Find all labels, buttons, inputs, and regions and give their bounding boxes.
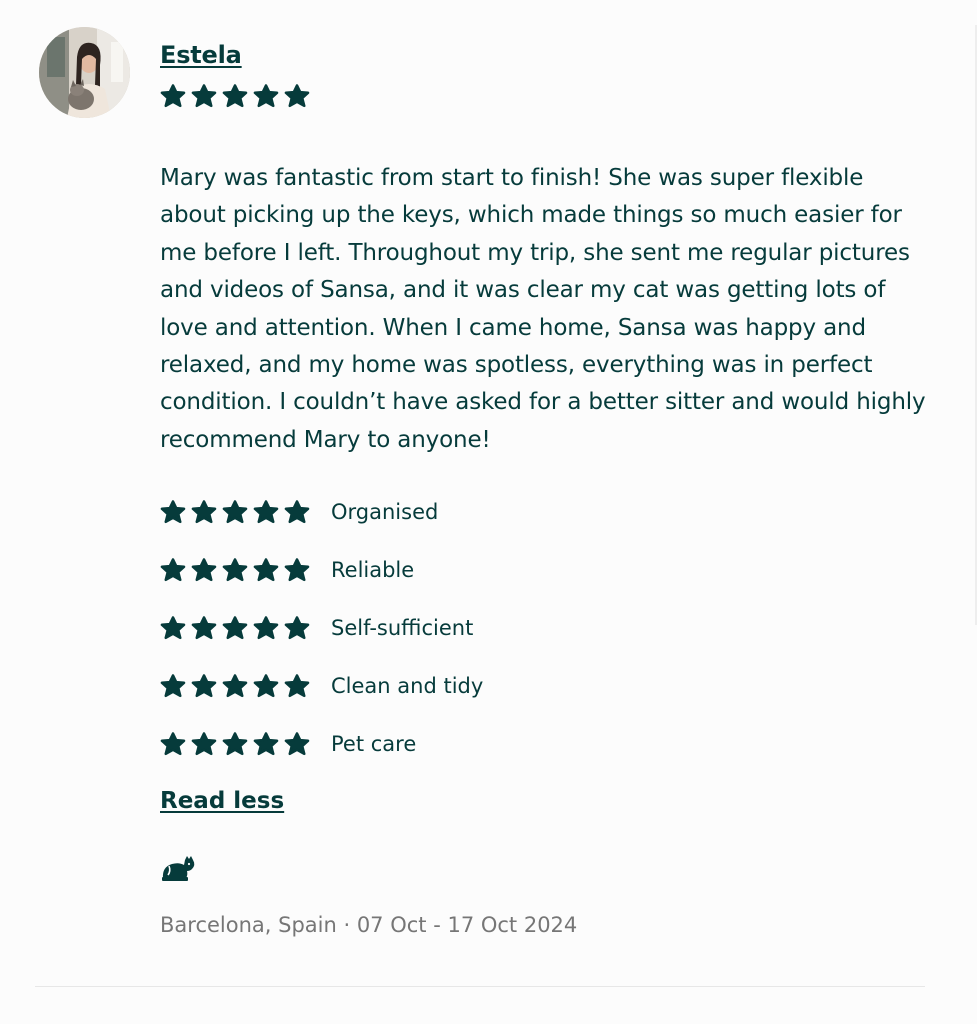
star-icon (191, 732, 217, 756)
star-icon (284, 558, 310, 582)
star-icon (284, 84, 310, 108)
star-icon (253, 84, 279, 108)
cat-icon (162, 856, 195, 881)
star-icon (253, 500, 279, 524)
star-icon (160, 84, 186, 108)
star-icon (222, 674, 248, 698)
divider (35, 986, 925, 987)
rating-stars (160, 500, 310, 524)
rating-row-self-sufficient: Self-sufficient (160, 616, 473, 640)
star-icon (160, 732, 186, 756)
read-less-link[interactable]: Read less (160, 788, 284, 814)
star-icon (253, 616, 279, 640)
review-card: Estela Mary was fantastic from start to … (0, 0, 977, 1024)
star-icon (191, 84, 217, 108)
star-icon (222, 732, 248, 756)
star-icon (284, 674, 310, 698)
avatar-photo (39, 27, 130, 118)
rating-row-clean-and-tidy: Clean and tidy (160, 674, 483, 698)
review-text: Mary was fantastic from start to finish!… (160, 165, 926, 453)
star-icon (284, 616, 310, 640)
star-icon (191, 500, 217, 524)
star-icon (160, 558, 186, 582)
rating-stars (160, 732, 310, 756)
star-icon (253, 558, 279, 582)
star-icon (253, 732, 279, 756)
star-icon (222, 558, 248, 582)
star-icon (191, 616, 217, 640)
star-icon (253, 674, 279, 698)
reviewer-avatar[interactable] (39, 27, 130, 118)
rating-label: Reliable (331, 558, 415, 582)
rating-label: Self-sufficient (331, 616, 474, 640)
star-icon (160, 500, 186, 524)
reviewer-name-link[interactable]: Estela (160, 41, 242, 69)
rating-stars (160, 616, 310, 640)
rating-row-pet-care: Pet care (160, 732, 416, 756)
overall-rating (160, 84, 310, 108)
rating-row-reliable: Reliable (160, 558, 414, 582)
star-icon (191, 558, 217, 582)
rating-stars (160, 674, 310, 698)
rating-label: Clean and tidy (331, 674, 484, 698)
rating-label: Organised (331, 500, 439, 524)
star-icon (222, 500, 248, 524)
star-icon (160, 674, 186, 698)
rating-stars (160, 558, 310, 582)
star-icon (222, 616, 248, 640)
star-icon (191, 674, 217, 698)
rating-label: Pet care (331, 732, 417, 756)
star-icon (222, 84, 248, 108)
star-icon (284, 732, 310, 756)
stay-location-dates: Barcelona, Spain · 07 Oct - 17 Oct 2024 (160, 913, 578, 937)
star-icon (284, 500, 310, 524)
star-icon (160, 616, 186, 640)
rating-row-organised: Organised (160, 500, 438, 524)
